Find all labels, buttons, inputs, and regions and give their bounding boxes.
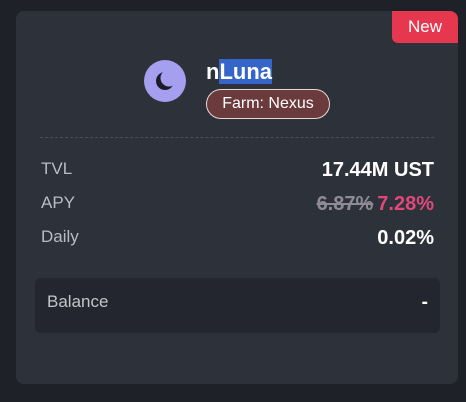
tvl-value: 17.44M UST: [321, 159, 434, 181]
farm-card[interactable]: New nLuna Farm: Nexus TVL 17.44M UST APY…: [16, 11, 458, 384]
balance-value: -: [421, 292, 428, 313]
balance-box: Balance -: [35, 278, 440, 333]
tvl-label: TVL: [41, 159, 73, 178]
daily-label: Daily: [41, 227, 79, 246]
daily-value: 0.02%: [377, 227, 434, 249]
token-name: nLuna: [206, 59, 273, 85]
divider: [40, 137, 434, 138]
tvl-row: TVL 17.44M UST: [41, 157, 434, 185]
apy-new-value: 7.28%: [377, 193, 434, 215]
apy-values: 6.87% 7.28%: [317, 191, 434, 217]
balance-label: Balance: [47, 292, 109, 311]
apy-old-value: 6.87%: [316, 193, 374, 215]
daily-row: Daily 0.02%: [41, 225, 434, 253]
apy-row: APY 6.87% 7.28%: [41, 191, 434, 219]
farm-tag[interactable]: Farm: Nexus: [206, 89, 330, 119]
apy-label: APY: [41, 193, 76, 212]
token-name-prefix: n: [206, 59, 220, 84]
luna-moon-icon: [144, 60, 186, 102]
new-badge: New: [392, 11, 458, 43]
token-name-selected-text: Luna: [219, 59, 273, 84]
